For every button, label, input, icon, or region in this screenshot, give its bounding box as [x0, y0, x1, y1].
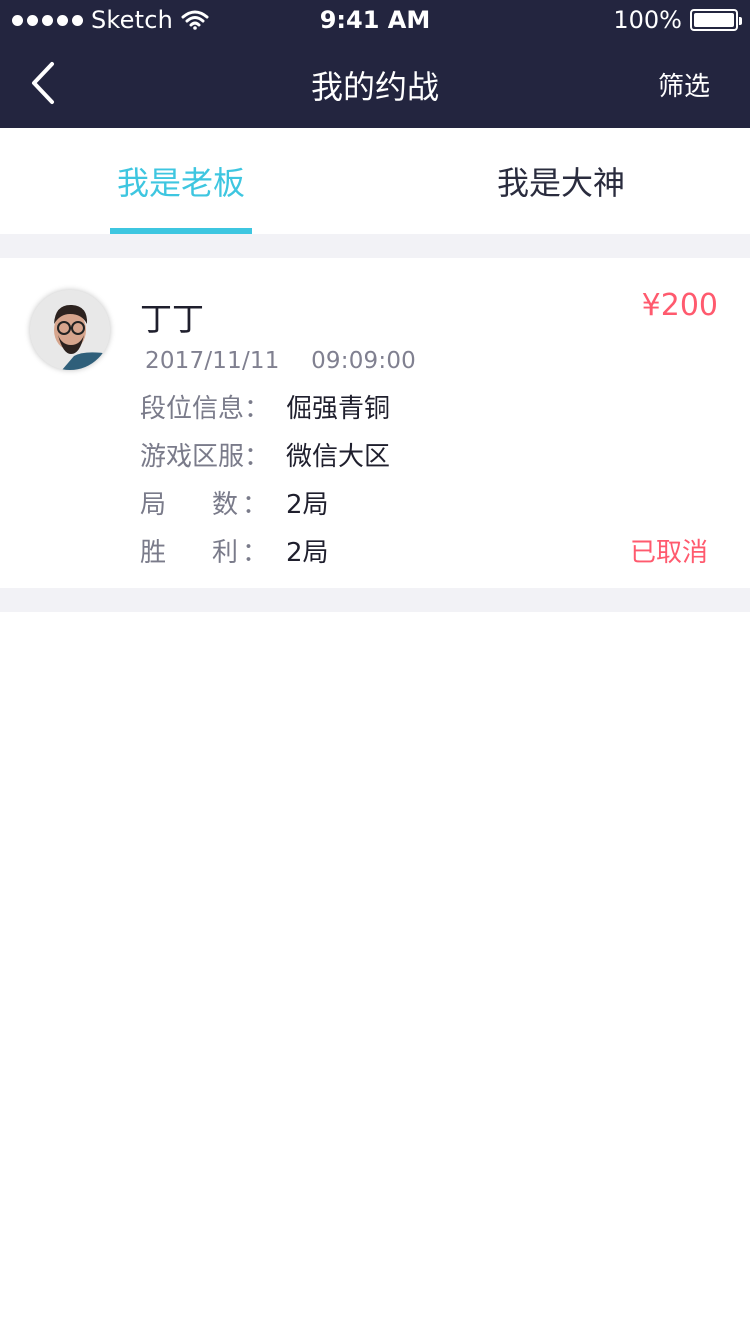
- player-name: 丁丁: [140, 300, 205, 338]
- page-title: 我的约战: [310, 68, 439, 106]
- battery-fill: [694, 13, 734, 27]
- field-label-a: 局: [140, 489, 167, 520]
- status-bar: Sketch 9:41 AM 100%: [0, 0, 750, 40]
- field-value: 2局: [286, 489, 329, 520]
- divider: [0, 588, 750, 612]
- field-label: 胜 利：: [140, 532, 286, 569]
- avatar: [30, 290, 110, 370]
- field-label-a: 胜: [140, 537, 167, 568]
- field-server: 游戏区服： 微信大区: [140, 434, 390, 474]
- battery-icon: [690, 9, 742, 31]
- order-time: 09:09:00: [311, 348, 416, 374]
- field-label: 局 数：: [140, 484, 286, 521]
- field-value: 倔强青铜: [286, 393, 391, 424]
- field-value: 微信大区: [286, 441, 391, 472]
- filter-button[interactable]: 筛选: [658, 66, 710, 103]
- status-right: 100%: [613, 6, 742, 34]
- avatar-portrait-icon: [30, 290, 110, 370]
- order-card[interactable]: 丁丁 ¥200 2017/11/11 09:09:00 段位信息： 倔强青铜 游…: [0, 258, 750, 588]
- field-label: 游戏区服：: [140, 441, 271, 472]
- field-label-b: 数：: [211, 489, 268, 520]
- tab-master[interactable]: 我是大神: [480, 128, 642, 234]
- field-value: 2局: [286, 537, 329, 568]
- field-rank: 段位信息： 倔强青铜: [140, 386, 390, 426]
- status-badge: 已取消: [629, 538, 708, 568]
- field-games: 局 数： 2局: [140, 482, 329, 522]
- nav-bar: 我的约战 筛选: [0, 40, 750, 128]
- price: ¥200: [641, 288, 718, 323]
- top-bar: Sketch 9:41 AM 100% 我的约战 筛选: [0, 0, 750, 128]
- field-wins: 胜 利： 2局: [140, 530, 329, 570]
- order-datetime: 2017/11/11 09:09:00: [145, 348, 416, 374]
- battery-percent: 100%: [613, 6, 682, 34]
- field-label: 段位信息：: [140, 393, 271, 424]
- order-date: 2017/11/11: [145, 348, 280, 374]
- field-label-b: 利：: [211, 537, 268, 568]
- tab-bar: 我是老板 我是大神: [0, 128, 750, 234]
- divider: [0, 234, 750, 258]
- tab-boss[interactable]: 我是老板: [110, 128, 252, 234]
